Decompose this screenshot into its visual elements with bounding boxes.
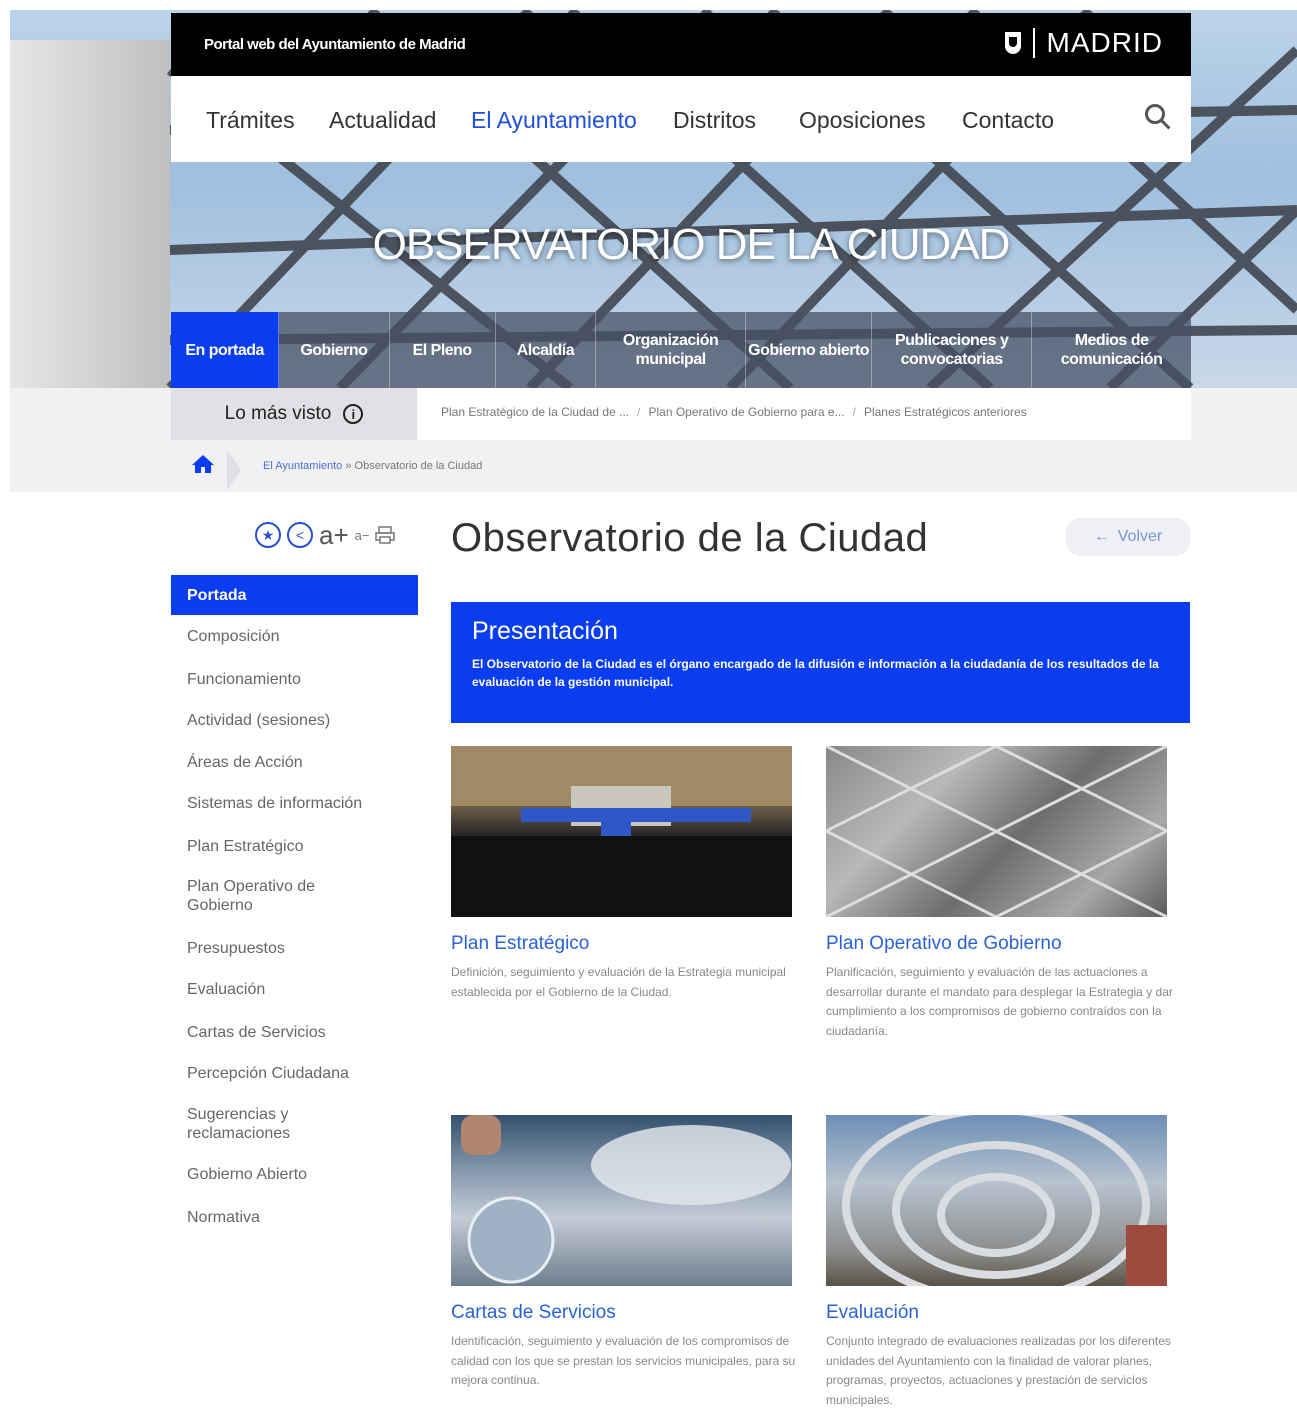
link-separator: / — [637, 405, 641, 419]
card-image[interactable] — [451, 1115, 792, 1286]
sidebar-item-plan-estrategico[interactable]: Plan Estratégico — [171, 837, 418, 856]
logo-separator — [1032, 28, 1035, 58]
madrid-logo[interactable]: MADRID — [1004, 27, 1163, 59]
glass-floor-image — [826, 746, 1167, 917]
crystal-ball-image — [461, 1115, 791, 1284]
breadcrumb-path: El Ayuntamiento » Observatorio de la Ciu… — [263, 460, 482, 472]
page-title: Observatorio de la Ciudad — [451, 516, 929, 560]
card-description: Planificación, seguimiento y evaluación … — [826, 965, 1173, 1038]
subnav-organizacion-municipal[interactable]: Organización municipal — [596, 312, 747, 388]
page-tools: ★ < a+ a− — [255, 520, 396, 551]
arrow-left-icon: ← — [1093, 528, 1110, 545]
breadcrumb: El Ayuntamiento » Observatorio de la Ciu… — [171, 448, 771, 490]
share-icon[interactable]: < — [287, 522, 313, 548]
nav-contacto[interactable]: Contacto — [962, 107, 1054, 134]
search-icon[interactable] — [1145, 104, 1165, 124]
sidebar-item-areas[interactable]: Áreas de Acción — [171, 753, 418, 772]
print-icon[interactable] — [375, 526, 396, 544]
breadcrumb-item[interactable]: El Ayuntamiento — [263, 460, 342, 472]
nav-actualidad[interactable]: Actualidad — [329, 107, 436, 134]
card-evaluacion: Evaluación Conjunto integrado de evaluac… — [826, 1115, 1196, 1410]
subnav-gobierno[interactable]: Gobierno — [279, 312, 390, 388]
card-description: Conjunto integrado de evaluaciones reali… — [826, 1334, 1171, 1407]
card-image[interactable] — [451, 746, 792, 917]
info-icon: i — [343, 404, 364, 424]
card-description: Identificación, seguimiento y evaluación… — [451, 1334, 796, 1387]
subnav-gobierno-abierto[interactable]: Gobierno abierto — [746, 312, 873, 388]
card-image[interactable] — [826, 746, 1167, 917]
brand-name: MADRID — [1046, 27, 1163, 58]
back-label: Volver — [1117, 528, 1163, 545]
subnav-medios[interactable]: Medios de comunicación — [1032, 312, 1191, 388]
subnav-alcaldia[interactable]: Alcaldía — [496, 312, 597, 388]
most-viewed-label: Lo más visto — [224, 403, 332, 424]
subnav-publicaciones[interactable]: Publicaciones y convocatorias — [872, 312, 1033, 388]
portal-label[interactable]: Portal web del Ayuntamiento de Madrid — [204, 36, 466, 53]
nav-oposiciones[interactable]: Oposiciones — [799, 107, 926, 134]
sidebar-item-evaluacion[interactable]: Evaluación — [171, 980, 418, 999]
presentation-heading: Presentación — [472, 617, 618, 645]
breadcrumb-item-current: Observatorio de la Ciudad — [354, 460, 483, 472]
most-viewed-link[interactable]: Planes Estratégicos anteriores — [864, 405, 1027, 419]
nav-el-ayuntamiento[interactable]: El Ayuntamiento — [471, 107, 637, 134]
bridge-image — [842, 1115, 1167, 1286]
top-bar: Portal web del Ayuntamiento de Madrid MA… — [171, 13, 1191, 76]
card-title[interactable]: Plan Estratégico — [451, 933, 821, 955]
section-subnav: En portada Gobierno El Pleno Alcaldía Or… — [171, 312, 1191, 388]
sidebar-item-composicion[interactable]: Composición — [171, 627, 418, 646]
auditorium-image — [451, 746, 792, 917]
hero-title: OBSERVATORIO DE LA CIUDAD — [372, 220, 1011, 269]
sidebar-item-percepcion[interactable]: Percepción Ciudadana — [171, 1064, 418, 1083]
subnav-el-pleno[interactable]: El Pleno — [390, 312, 496, 388]
subnav-en-portada[interactable]: En portada — [171, 312, 280, 388]
text-size-decrease-button[interactable]: a− — [355, 528, 370, 543]
card-image[interactable] — [826, 1115, 1167, 1286]
presentation-box: Presentación El Observatorio de la Ciuda… — [451, 602, 1190, 723]
text-size-increase-button[interactable]: a+ — [319, 520, 349, 551]
breadcrumb-separator: » — [345, 460, 352, 472]
most-viewed-links: Plan Estratégico de la Ciudad de ... / Pla… — [441, 405, 1027, 419]
sidebar-item-normativa[interactable]: Normativa — [171, 1208, 418, 1227]
nav-distritos[interactable]: Distritos — [673, 107, 756, 134]
back-button[interactable]: ← Volver — [1066, 518, 1190, 556]
sidebar-item-portada[interactable]: Portada — [171, 575, 418, 615]
sidebar-item-gobierno-abierto[interactable]: Gobierno Abierto — [171, 1165, 418, 1184]
home-icon[interactable] — [191, 454, 215, 474]
breadcrumb-chevron-icon — [227, 450, 241, 490]
sidebar-nav: Portada Composición Funcionamiento Activ… — [171, 575, 418, 1227]
card-title[interactable]: Cartas de Servicios — [451, 1302, 821, 1324]
sidebar-item-actividad[interactable]: Actividad (sesiones) — [171, 711, 418, 730]
sidebar-item-plan-operativo[interactable]: Plan Operativo de Gobierno — [171, 877, 341, 915]
card-title[interactable]: Evaluación — [826, 1302, 1196, 1324]
nav-tramites[interactable]: Trámites — [206, 107, 295, 134]
most-viewed-tab[interactable]: Lo más visto i — [171, 388, 417, 440]
link-separator: / — [852, 405, 856, 419]
madrid-shield-icon — [1004, 32, 1021, 54]
most-viewed-link[interactable]: Plan Operativo de Gobierno para e... — [648, 405, 844, 419]
most-viewed-bar: Lo más visto i Plan Estratégico de la Ci… — [171, 388, 1191, 440]
most-viewed-link[interactable]: Plan Estratégico de la Ciudad de ... — [441, 405, 629, 419]
card-plan-operativo: Plan Operativo de Gobierno Planificación… — [826, 746, 1196, 1041]
card-plan-estrategico: Plan Estratégico Definición, seguimiento… — [451, 746, 821, 1002]
sidebar-item-funcionamiento[interactable]: Funcionamiento — [171, 670, 418, 689]
sidebar-item-sugerencias[interactable]: Sugerencias y reclamaciones — [171, 1105, 331, 1143]
sidebar-item-cartas[interactable]: Cartas de Servicios — [171, 1023, 418, 1042]
card-title[interactable]: Plan Operativo de Gobierno — [826, 933, 1196, 955]
card-description: Definición, seguimiento y evaluación de … — [451, 965, 786, 999]
card-cartas-servicios: Cartas de Servicios Identificación, segu… — [451, 1115, 821, 1391]
presentation-text: El Observatorio de la Ciudad es el órgan… — [472, 657, 1159, 689]
sidebar-item-sistemas[interactable]: Sistemas de información — [171, 794, 418, 813]
main-nav: Trámites Actualidad El Ayuntamiento Dist… — [171, 76, 1191, 162]
sidebar-item-presupuestos[interactable]: Presupuestos — [171, 939, 418, 958]
favorite-star-icon[interactable]: ★ — [255, 522, 281, 548]
